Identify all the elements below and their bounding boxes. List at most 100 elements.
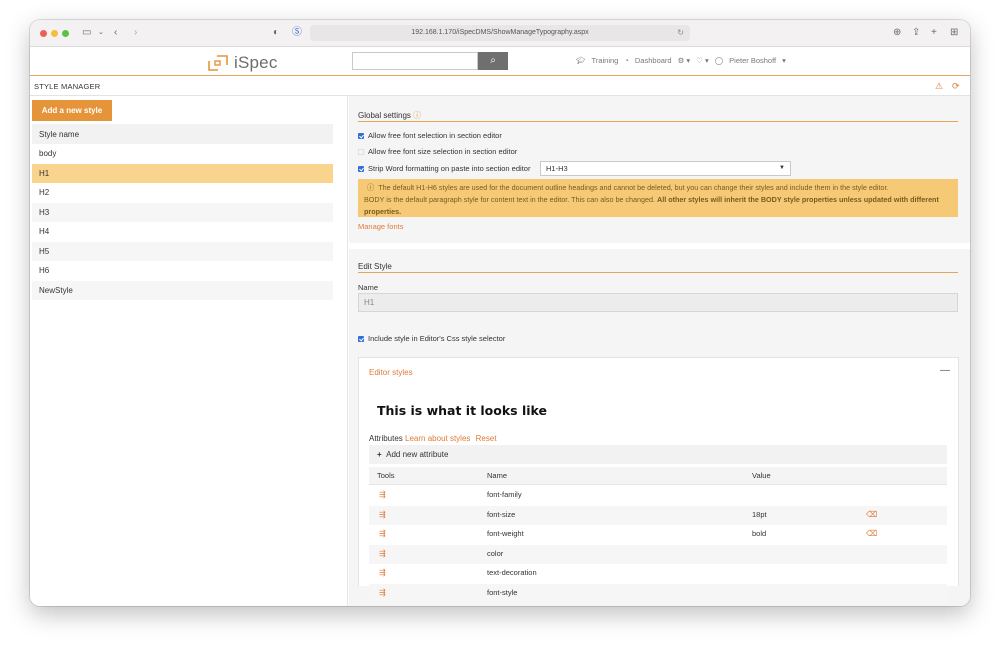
table-row: ⇶ font-weight bold ⌫ (369, 525, 947, 545)
download-icon[interactable]: ⊕ (893, 27, 901, 39)
page-bar: STYLE MANAGER ⚠ ⟳ (30, 76, 970, 96)
forward-icon[interactable]: › (134, 27, 137, 39)
back-icon[interactable]: ‹ (114, 27, 117, 39)
include-style-label: Include style in Editor's Css style sele… (368, 334, 506, 343)
divider (358, 272, 958, 273)
privacy-icon[interactable]: ◐ (273, 27, 279, 39)
name-label: Name (358, 283, 379, 292)
editor-styles-title[interactable]: Editor styles (369, 368, 413, 377)
edit-attribute-icon[interactable]: ⇶ (379, 584, 386, 602)
style-item-body[interactable]: body (32, 144, 333, 163)
url-text: 192.168.1.170/iSpecDMS/ShowManageTypogra… (411, 29, 589, 36)
manage-fonts-link[interactable]: Manage fonts (358, 222, 403, 231)
include-style-checkbox[interactable]: Include style in Editor's Css style sele… (358, 334, 505, 343)
eraser-icon[interactable]: ⌫ (866, 506, 877, 524)
share-icon[interactable]: ⇪ (912, 27, 920, 39)
page-title: STYLE MANAGER (34, 82, 101, 91)
add-attribute-button[interactable]: + Add new attribute (369, 445, 947, 464)
col-tools: Tools (377, 471, 395, 480)
table-row: ⇶ font-size 18pt ⌫ (369, 506, 947, 526)
attr-name: color (487, 549, 504, 558)
learn-styles-link[interactable]: Learn about styles (405, 434, 470, 443)
style-item-h6[interactable]: H6 (32, 261, 333, 280)
app-header: iSpec ⌕ 🎓︎ Training ◔ Dashboard ⚙ ▾ ♡ ▾ … (30, 47, 970, 76)
checkbox-unchecked-icon[interactable] (358, 148, 364, 155)
minimize-window-icon[interactable] (51, 30, 58, 37)
search-icon: ⌕ (490, 55, 496, 66)
style-name-input[interactable]: H1 (358, 293, 958, 312)
collapse-icon[interactable]: — (940, 365, 950, 376)
reload-icon[interactable]: ↻ (677, 25, 684, 41)
edit-attribute-icon[interactable]: ⇶ (379, 564, 386, 582)
add-attribute-label: Add new attribute (386, 450, 449, 459)
allow-font-checkbox[interactable]: Allow free font selection in section edi… (358, 131, 502, 140)
eraser-icon[interactable]: ⌫ (866, 525, 877, 543)
chevron-down-icon: ▼ (779, 165, 785, 171)
new-tab-icon[interactable]: + (931, 27, 937, 39)
table-row: ⇶ text-decoration (369, 564, 947, 584)
attr-name: font-weight (487, 529, 524, 538)
attr-name: font-size (487, 510, 516, 519)
gear-icon[interactable]: ⚙ ▾ (678, 56, 691, 65)
user-caret-icon[interactable]: ▾ (782, 56, 786, 65)
style-item-newstyle[interactable]: NewStyle (32, 281, 333, 300)
search-button[interactable]: ⌕ (478, 52, 508, 70)
plus-icon: + (377, 450, 382, 459)
strip-word-checkbox[interactable]: Strip Word formatting on paste into sect… (358, 164, 530, 173)
edit-attribute-icon[interactable]: ⇶ (379, 506, 386, 524)
table-row: ⇶ color (369, 545, 947, 565)
alert-text-2: BODY is the default paragraph style for … (364, 195, 656, 204)
alert-line-1: ⓘ The default H1-H6 styles are used for … (364, 182, 952, 194)
divider (358, 121, 958, 122)
close-window-icon[interactable] (40, 30, 47, 37)
logo[interactable]: iSpec (208, 53, 278, 73)
checkbox-checked-icon[interactable] (358, 335, 364, 342)
add-style-button[interactable]: Add a new style (32, 100, 112, 121)
table-row: ⇶ font-style (369, 584, 947, 604)
edit-attribute-icon[interactable]: ⇶ (379, 486, 386, 504)
global-settings-title: Global settings ⓘ (358, 110, 421, 121)
lightbulb-icon[interactable]: ♡ ▾ (696, 56, 709, 65)
attr-value: 18pt (752, 510, 767, 519)
refresh-icon[interactable]: ⟳ (952, 81, 960, 92)
attr-name: text-decoration (487, 568, 537, 577)
warning-icon[interactable]: ⚠ (935, 81, 943, 92)
settings-panel: Global settings ⓘ Allow free font select… (349, 96, 970, 606)
attributes-header: Attributes Learn about styles Reset (369, 434, 497, 443)
nav-training[interactable]: Training (592, 56, 619, 65)
extension-icon[interactable]: Ⓢ (292, 27, 302, 39)
edit-attribute-icon[interactable]: ⇶ (379, 525, 386, 543)
chevron-down-icon[interactable]: ⌄ (98, 27, 104, 39)
strip-word-select[interactable]: H1-H3 ▼ (540, 161, 791, 176)
style-item-h3[interactable]: H3 (32, 203, 333, 222)
style-item-h2[interactable]: H2 (32, 183, 333, 202)
col-value: Value (752, 471, 771, 480)
style-preview: This is what it looks like (377, 403, 547, 418)
checkbox-checked-icon[interactable] (358, 132, 364, 139)
user-icon: ◯ (714, 56, 724, 65)
dashboard-icon: ◔ (624, 56, 629, 65)
reset-link[interactable]: Reset (476, 434, 497, 443)
maximize-window-icon[interactable] (62, 30, 69, 37)
attr-value: bold (752, 529, 767, 538)
alert-line-2: BODY is the default paragraph style for … (364, 194, 952, 218)
sidebar-icon[interactable]: ▭ (82, 27, 91, 39)
tab-overview-icon[interactable]: ⊞ (950, 27, 958, 39)
style-item-h4[interactable]: H4 (32, 222, 333, 241)
style-item-h1[interactable]: H1 (32, 164, 333, 183)
nav-dashboard[interactable]: Dashboard (635, 56, 672, 65)
alert-text-1: The default H1-H6 styles are used for th… (378, 183, 889, 192)
edit-attribute-icon[interactable]: ⇶ (379, 545, 386, 563)
address-bar[interactable]: 192.168.1.170/iSpecDMS/ShowManageTypogra… (310, 25, 690, 41)
editor-styles-panel: Editor styles — This is what it looks li… (358, 357, 959, 604)
style-item-h5[interactable]: H5 (32, 242, 333, 261)
info-alert: ⓘ The default H1-H6 styles are used for … (358, 179, 958, 217)
top-nav: 🎓︎ Training ◔ Dashboard ⚙ ▾ ♡ ▾ ◯ Pieter… (576, 56, 786, 65)
allow-font-size-checkbox[interactable]: Allow free font size selection in sectio… (358, 147, 517, 156)
checkbox-checked-icon[interactable] (358, 165, 364, 172)
logo-mark-icon (208, 55, 228, 71)
nav-user[interactable]: Pieter Boshoff (729, 56, 776, 65)
help-icon[interactable]: ⓘ (413, 111, 421, 120)
search-input[interactable] (352, 52, 478, 70)
allow-font-size-label: Allow free font size selection in sectio… (368, 147, 518, 156)
